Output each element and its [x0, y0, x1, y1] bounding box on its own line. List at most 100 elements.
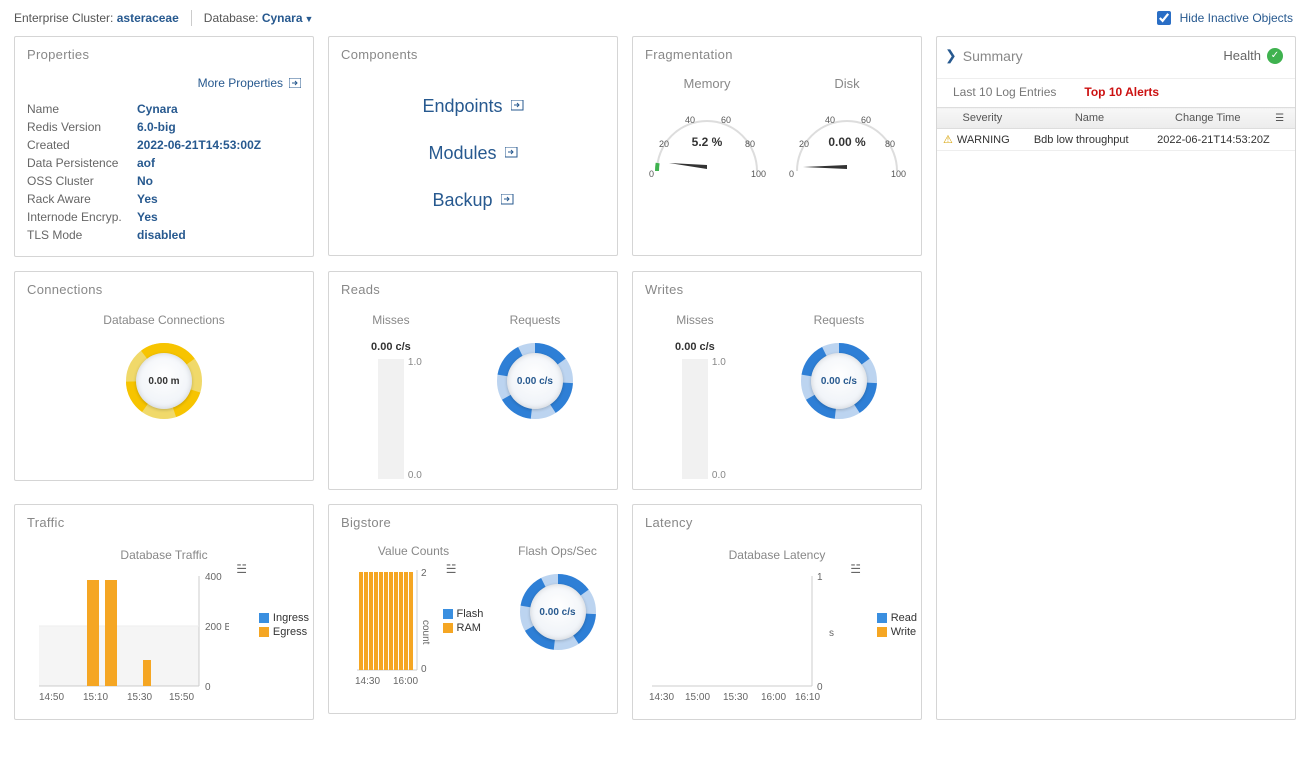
- prop-persistence: aof: [137, 154, 301, 172]
- connections-subtitle: Database Connections: [15, 313, 313, 327]
- prop-oss-cluster: No: [137, 172, 301, 190]
- legend-flash: Flash: [443, 608, 484, 620]
- prop-tls: disabled: [137, 226, 301, 244]
- database-name[interactable]: Cynara: [262, 11, 303, 25]
- open-icon: [511, 100, 524, 113]
- svg-text:0: 0: [421, 664, 427, 675]
- more-properties-link[interactable]: More Properties: [15, 72, 313, 100]
- panel-title: Bigstore: [329, 505, 617, 540]
- components-panel: Components Endpoints Modules Backup: [328, 36, 618, 256]
- properties-table: NameCynara Redis Version6.0-big Created2…: [27, 100, 301, 244]
- svg-text:15:50: 15:50: [169, 692, 194, 703]
- fragmentation-disk-gauge: 0 20 40 60 80 100 0.00 %: [785, 101, 909, 181]
- svg-text:40: 40: [685, 115, 695, 125]
- value-counts-label: Value Counts: [349, 544, 479, 558]
- svg-text:2: 2: [421, 568, 427, 579]
- svg-text:0: 0: [789, 169, 794, 179]
- legend-egress: Egress: [259, 626, 309, 638]
- fragmentation-memory-value: 5.2 %: [645, 135, 769, 149]
- breadcrumb: Enterprise Cluster: asteraceae Database:…: [14, 10, 313, 26]
- chart-menu-icon[interactable]: ☱: [850, 562, 861, 576]
- latency-panel: Latency Database Latency ☱ 1 0 s 14:30 1…: [632, 504, 922, 720]
- properties-panel: Properties More Properties NameCynara Re…: [14, 36, 314, 257]
- cell-change-time: 2022-06-21T14:53:20Z: [1151, 129, 1295, 151]
- component-modules[interactable]: Modules: [428, 143, 517, 164]
- tab-log-entries[interactable]: Last 10 Log Entries: [953, 85, 1056, 99]
- component-endpoints[interactable]: Endpoints: [422, 96, 523, 117]
- hide-inactive-checkbox[interactable]: [1157, 11, 1171, 25]
- col-change-time[interactable]: Change Time: [1151, 108, 1264, 129]
- panel-title: Traffic: [15, 505, 313, 540]
- reads-requests-value: 0.00 c/s: [507, 353, 563, 409]
- svg-text:16:10: 16:10: [795, 692, 820, 703]
- traffic-chart: 400 200 B 0 14:50 15:10 15:30 15:50: [19, 566, 229, 706]
- reads-misses-value: 0.00 c/s: [371, 341, 411, 353]
- writes-misses-value: 0.00 c/s: [675, 341, 715, 353]
- alerts-table: Severity Name Change Time ☰ WARNING Bdb …: [937, 107, 1295, 151]
- needle-icon: [669, 163, 707, 169]
- col-severity[interactable]: Severity: [937, 108, 1028, 129]
- reads-misses-label: Misses: [371, 313, 411, 327]
- traffic-subtitle: Database Traffic: [19, 548, 309, 562]
- svg-text:15:10: 15:10: [83, 692, 108, 703]
- svg-text:14:30: 14:30: [649, 692, 674, 703]
- svg-text:200 B: 200 B: [205, 622, 229, 633]
- columns-menu-icon[interactable]: ☰: [1264, 108, 1295, 129]
- legend-ingress: Ingress: [259, 612, 309, 624]
- writes-misses-label: Misses: [675, 313, 715, 327]
- tab-top-alerts[interactable]: Top 10 Alerts: [1084, 85, 1159, 99]
- writes-panel: Writes Misses 0.00 c/s 1.0 0.0 Requests …: [632, 271, 922, 490]
- reads-requests-label: Requests: [495, 313, 575, 327]
- breadcrumb-separator: [191, 10, 192, 26]
- flash-ops-label: Flash Ops/Sec: [518, 544, 598, 558]
- flash-ops-gauge: 0.00 c/s: [518, 572, 598, 652]
- prop-rack-aware: Yes: [137, 190, 301, 208]
- latency-chart: 1 0 s 14:30 15:00 15:30 16:00 16:10: [637, 566, 847, 706]
- prop-internode: Yes: [137, 208, 301, 226]
- svg-text:0: 0: [649, 169, 654, 179]
- col-name[interactable]: Name: [1028, 108, 1151, 129]
- panel-title: Latency: [633, 505, 921, 540]
- flash-ops-value: 0.00 c/s: [530, 584, 586, 640]
- chart-menu-icon[interactable]: ☱: [236, 562, 247, 576]
- svg-text:16:00: 16:00: [761, 692, 786, 703]
- health-status: Health✓: [1223, 48, 1283, 64]
- bigstore-panel: Bigstore Value Counts ☱: [328, 504, 618, 714]
- open-icon: [505, 147, 518, 160]
- prop-created: 2022-06-21T14:53:00Z: [137, 136, 301, 154]
- table-row[interactable]: WARNING Bdb low throughput 2022-06-21T14…: [937, 129, 1295, 151]
- traffic-panel: Traffic Database Traffic ☱ 400 200 B 0 1…: [14, 504, 314, 720]
- svg-text:1: 1: [817, 572, 823, 583]
- cell-severity: WARNING: [937, 129, 1028, 151]
- fragmentation-memory-gauge: 0 20 40 60 80 100 5.2 %: [645, 101, 769, 181]
- connections-panel: Connections Database Connections ⚠ 0.00 …: [14, 271, 314, 481]
- panel-title: Reads: [329, 272, 617, 307]
- hide-inactive-toggle[interactable]: Hide Inactive Objects: [1153, 8, 1293, 28]
- expand-icon[interactable]: ❯: [945, 47, 957, 64]
- component-backup[interactable]: Backup: [432, 190, 513, 211]
- chart-menu-icon[interactable]: ☱: [446, 562, 457, 576]
- svg-text:14:50: 14:50: [39, 692, 64, 703]
- svg-text:15:30: 15:30: [127, 692, 152, 703]
- fragmentation-panel: Fragmentation Memory 0 20 40 60 80 10: [632, 36, 922, 256]
- svg-text:15:00: 15:00: [685, 692, 710, 703]
- panel-title: Connections: [15, 272, 313, 307]
- chevron-down-icon[interactable]: ▼: [305, 14, 314, 24]
- writes-requests-gauge: 0.00 c/s: [799, 341, 879, 421]
- open-icon: [501, 194, 514, 207]
- panel-title: Components: [329, 37, 617, 72]
- fragmentation-disk-label: Disk: [785, 76, 909, 91]
- summary-panel: ❯Summary Health✓ Last 10 Log Entries Top…: [936, 36, 1296, 720]
- writes-requests-value: 0.00 c/s: [811, 353, 867, 409]
- latency-subtitle: Database Latency: [637, 548, 917, 562]
- writes-requests-label: Requests: [799, 313, 879, 327]
- legend-read: Read: [877, 612, 917, 624]
- svg-text:100: 100: [751, 169, 766, 179]
- legend-write: Write: [877, 626, 917, 638]
- cluster-name[interactable]: asteraceae: [117, 11, 179, 25]
- open-icon: [289, 78, 301, 88]
- prop-redis-version: 6.0-big: [137, 118, 301, 136]
- panel-title: Fragmentation: [633, 37, 921, 72]
- fragmentation-disk-value: 0.00 %: [785, 135, 909, 149]
- svg-text:15:30: 15:30: [723, 692, 748, 703]
